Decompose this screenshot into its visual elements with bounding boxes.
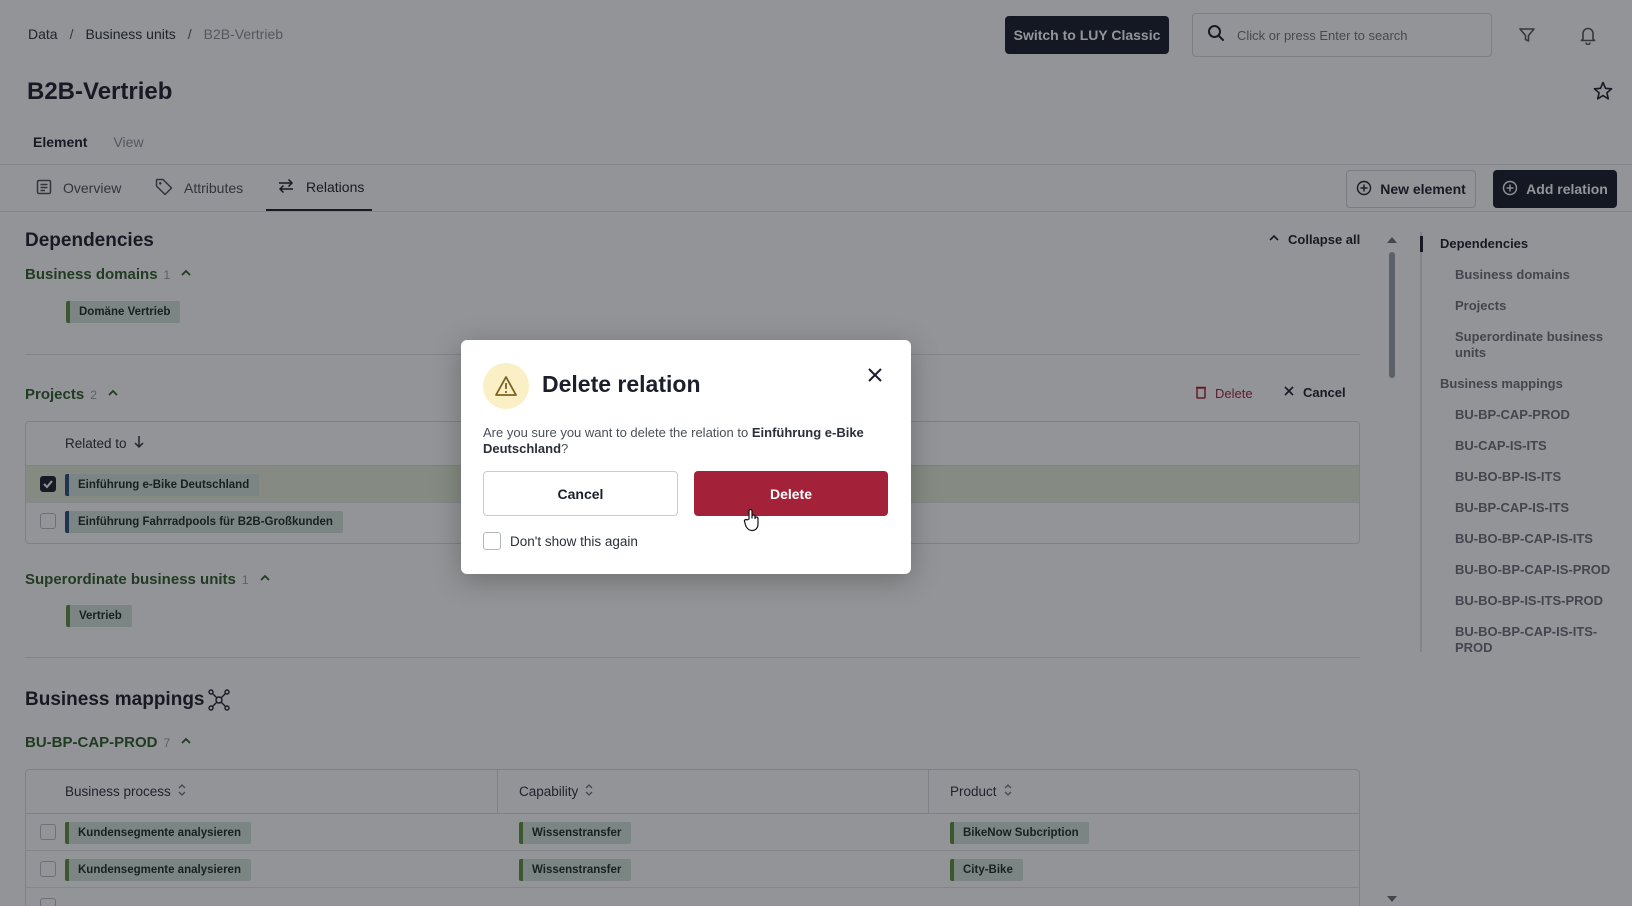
warning-icon <box>483 363 529 409</box>
app-window: Data / Business units / B2B-Vertrieb Swi… <box>0 0 1632 906</box>
dialog-message: Are you sure you want to delete the rela… <box>483 425 883 457</box>
dialog-message-prefix: Are you sure you want to delete the rela… <box>483 425 752 440</box>
close-icon[interactable] <box>863 363 887 387</box>
dialog-delete-button[interactable]: Delete <box>694 471 888 516</box>
dont-show-again-label: Don't show this again <box>510 533 638 549</box>
hand-cursor-icon <box>743 508 761 537</box>
dialog-title: Delete relation <box>542 371 701 397</box>
dialog-cancel-button[interactable]: Cancel <box>483 471 678 516</box>
dialog-message-suffix: ? <box>561 441 569 456</box>
dont-show-again-checkbox[interactable]: Don't show this again <box>483 532 638 550</box>
checkbox-box[interactable] <box>483 532 501 550</box>
delete-relation-dialog: Delete relation Are you sure you want to… <box>461 340 911 574</box>
